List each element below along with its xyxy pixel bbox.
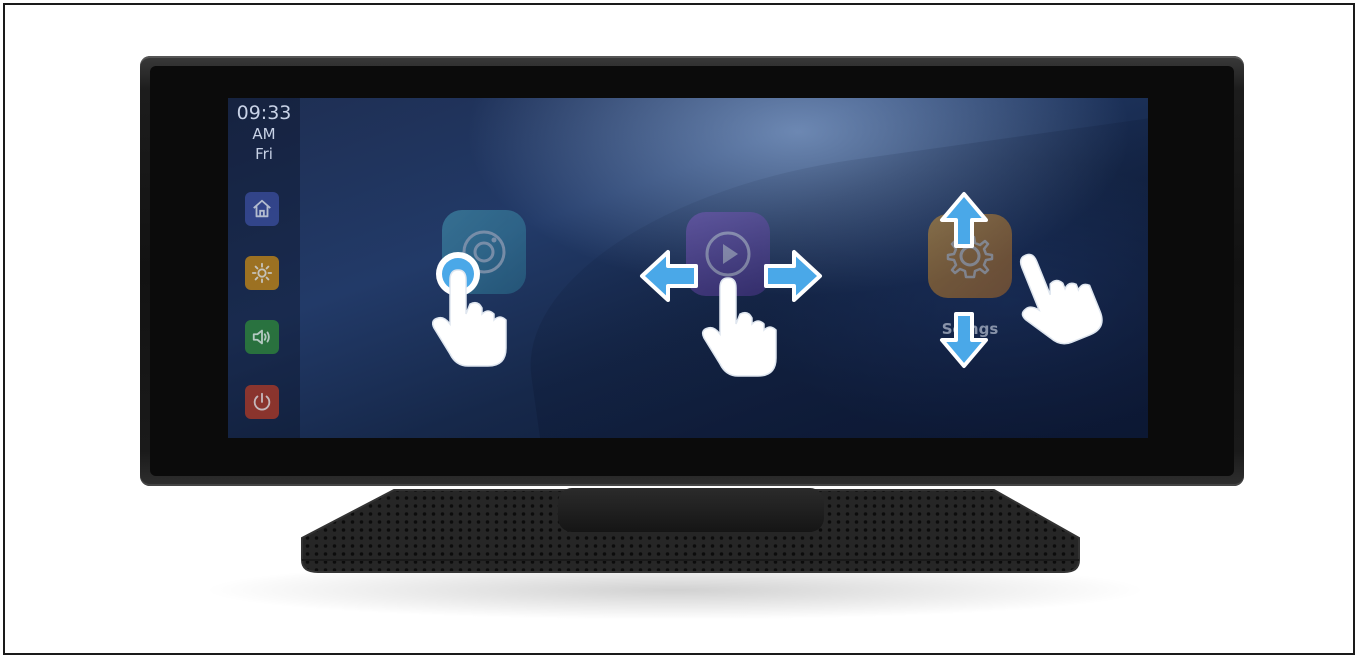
brightness-icon	[251, 262, 273, 284]
screen: 09:33 AM Fri Se ngs	[228, 98, 1148, 438]
power-icon	[253, 392, 271, 411]
tap-gesture-icon	[431, 252, 507, 367]
sidebar: 09:33 AM Fri	[228, 98, 300, 438]
volume-icon	[252, 329, 270, 345]
stand-neck	[558, 488, 824, 532]
clock-time: 09:33	[236, 102, 292, 124]
clock-day: Fri	[255, 145, 273, 163]
sidebar-volume-button[interactable]	[245, 320, 279, 354]
swipe-horizontal-gesture-icon	[640, 250, 822, 377]
sidebar-home-button[interactable]	[245, 192, 279, 226]
sidebar-brightness-button[interactable]	[245, 256, 279, 290]
home-icon	[253, 199, 271, 218]
swipe-vertical-gesture-icon	[940, 192, 1103, 368]
sidebar-power-button[interactable]	[245, 385, 279, 419]
dashboard-display: 09:33 AM Fri Se ngs	[140, 56, 1244, 486]
clock-meridiem: AM	[252, 125, 276, 143]
